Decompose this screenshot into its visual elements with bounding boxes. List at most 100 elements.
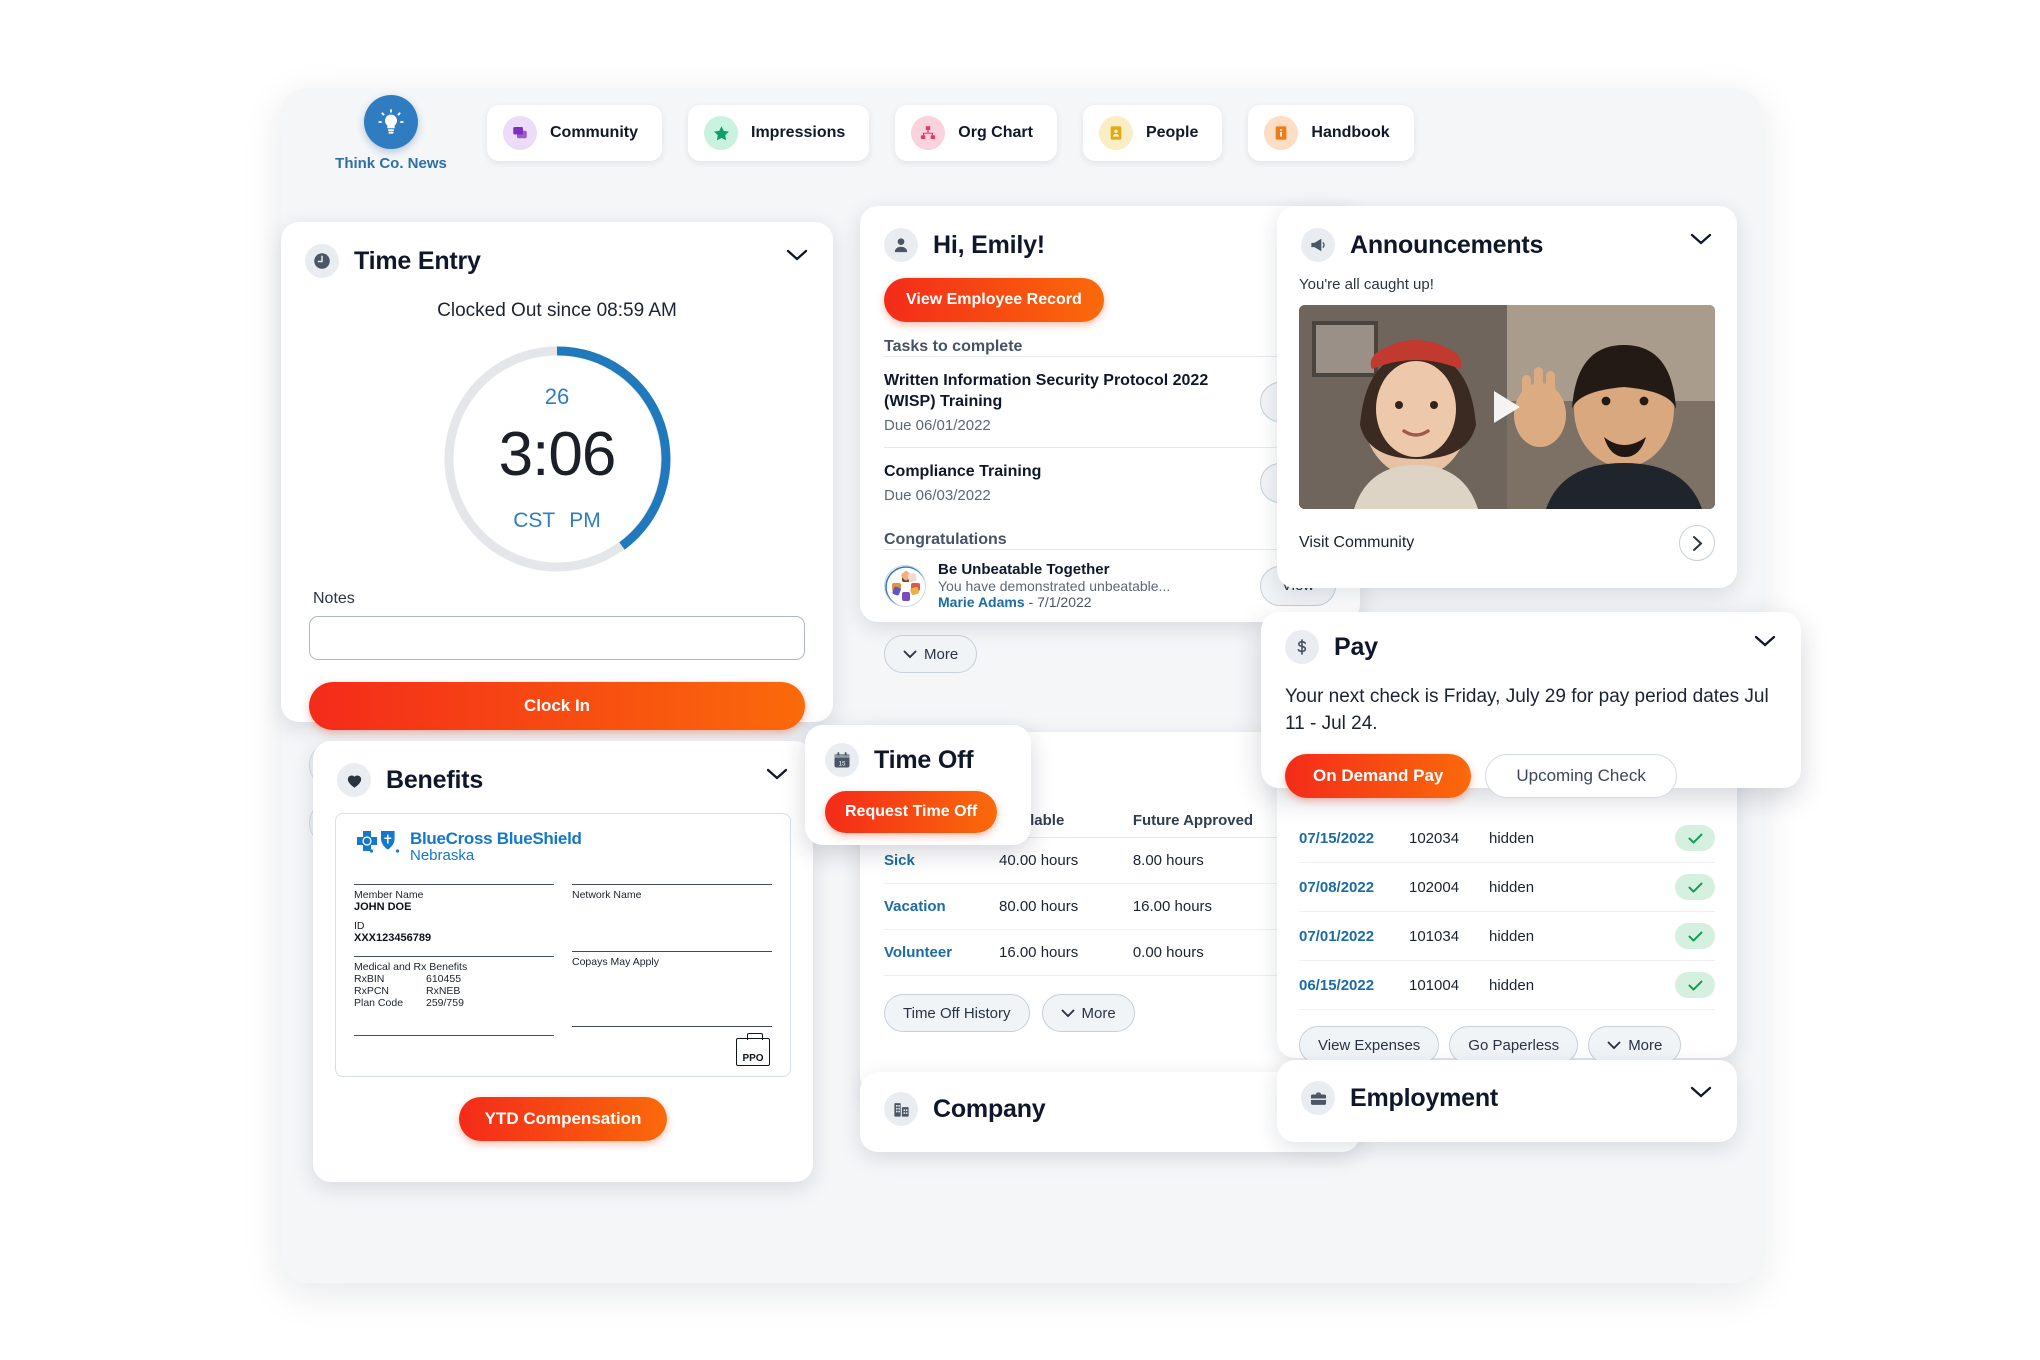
- time-dial: 26 3:06 CST PM: [432, 334, 682, 584]
- pay-date[interactable]: 07/08/2022: [1299, 862, 1409, 912]
- check-icon: [1675, 923, 1715, 949]
- notes-input[interactable]: [309, 616, 805, 660]
- nav-label: Handbook: [1311, 124, 1390, 141]
- nav-item-org-chart[interactable]: Org Chart: [895, 105, 1057, 161]
- nav-item-impressions[interactable]: Impressions: [688, 105, 870, 161]
- chevron-right-icon[interactable]: [1679, 525, 1715, 561]
- member-name-label: Member Name: [354, 888, 424, 901]
- id-card-grid: Member Name JOHN DOE ID XXX123456789 Med…: [354, 875, 772, 1036]
- ytd-compensation-button[interactable]: YTD Compensation: [458, 1097, 668, 1141]
- time-entry-card: Time Entry Clocked Out since 08:59 AM 26…: [281, 222, 833, 846]
- plan-code-label: Plan Code: [354, 996, 404, 1009]
- view-employee-record-button[interactable]: View Employee Record: [884, 278, 1104, 322]
- brand-logo[interactable]: Think Co. News: [321, 94, 461, 172]
- insurance-id-card[interactable]: BlueCross BlueShield Nebraska Member Nam…: [335, 813, 791, 1077]
- svg-text:15: 15: [839, 760, 846, 767]
- view-expenses-button[interactable]: View Expenses: [1299, 1026, 1440, 1064]
- more-label: More: [1628, 1036, 1663, 1054]
- chevron-down-icon: [903, 650, 917, 659]
- time-off-header: 15 Time Off: [805, 725, 1031, 777]
- pay-more-button[interactable]: More: [1588, 1026, 1682, 1064]
- pay-date[interactable]: 07/15/2022: [1299, 814, 1409, 863]
- congrats-author: Marie Adams - 7/1/2022: [938, 594, 1248, 610]
- chevron-down-icon[interactable]: [765, 767, 789, 786]
- member-name-value: JOHN DOE: [354, 900, 412, 913]
- pay-status: [1608, 814, 1715, 863]
- pay-table: 07/15/2022 102034 hidden 07/08/2022 1020…: [1299, 814, 1715, 1010]
- chevron-down-icon[interactable]: [1689, 1085, 1713, 1104]
- dial-meridiem: PM: [569, 509, 601, 532]
- author-name: Marie Adams: [938, 594, 1025, 611]
- handbook-icon: [1264, 116, 1299, 150]
- chevron-down-icon[interactable]: [1753, 634, 1777, 653]
- pay-date[interactable]: 07/01/2022: [1299, 911, 1409, 961]
- dial-day-number: 26: [544, 384, 570, 409]
- pay-header: Pay: [1261, 612, 1801, 664]
- play-icon[interactable]: [1494, 391, 1520, 423]
- briefcase-icon: [1301, 1081, 1335, 1115]
- employment-header: Employment: [1277, 1060, 1737, 1115]
- welcome-more-button[interactable]: More: [884, 635, 978, 674]
- app-screenshot: Think Co. News Community Impressions Org…: [0, 0, 2040, 1360]
- task-due: Due 06/01/2022: [884, 417, 991, 435]
- card-title: Hi, Emily!: [933, 230, 1045, 259]
- upcoming-check-button[interactable]: Upcoming Check: [1485, 753, 1677, 798]
- building-icon: [884, 1092, 918, 1126]
- employment-card[interactable]: Employment: [1277, 1060, 1737, 1142]
- dollar-icon: [1285, 630, 1319, 664]
- rxpcn-label: RxPCN: [354, 984, 390, 997]
- network-name-value: [572, 901, 772, 939]
- clock-in-button[interactable]: Clock In: [309, 682, 805, 730]
- pay-date[interactable]: 06/15/2022: [1299, 960, 1409, 1010]
- network-section: Network Name: [572, 883, 772, 939]
- pay-amount: hidden: [1489, 911, 1609, 961]
- table-row: 07/01/2022 101034 hidden: [1299, 911, 1715, 961]
- task-info: Written Information Security Protocol 20…: [884, 370, 1260, 434]
- visit-community-row[interactable]: Visit Community: [1299, 525, 1715, 561]
- lightbulb-icon: [364, 94, 418, 149]
- card-title: Company: [933, 1094, 1046, 1123]
- congrats-text: Be Unbeatable Together You have demonstr…: [938, 561, 1248, 610]
- plan-code-value: 259/759: [426, 996, 464, 1009]
- chevron-down-icon[interactable]: [785, 248, 809, 267]
- go-paperless-button[interactable]: Go Paperless: [1449, 1026, 1579, 1064]
- member-section: Member Name JOHN DOE ID XXX123456789: [354, 883, 554, 944]
- announcement-video[interactable]: [1299, 305, 1715, 509]
- nav-label: Community: [550, 124, 638, 141]
- pay-status: [1608, 911, 1715, 961]
- timeoff-type[interactable]: Volunteer: [884, 929, 999, 976]
- on-demand-pay-button[interactable]: On Demand Pay: [1285, 753, 1472, 798]
- table-row: 07/08/2022 102004 hidden: [1299, 862, 1715, 912]
- benefits-label: Medical and Rx Benefits: [354, 960, 468, 973]
- timeoff-type[interactable]: Vacation: [884, 883, 999, 930]
- congrats-title: Be Unbeatable Together: [938, 561, 1110, 579]
- org-chart-icon: [911, 116, 946, 150]
- tasks-heading: Tasks to complete: [884, 338, 1023, 355]
- rxpcn-row: RxPCN RxNEB: [354, 985, 554, 997]
- nav-item-community[interactable]: Community: [487, 105, 662, 161]
- chevron-down-icon: [1061, 1009, 1074, 1017]
- nav-item-handbook[interactable]: Handbook: [1248, 105, 1414, 161]
- bcbs-brand: BlueCross BlueShield: [410, 829, 582, 848]
- congrats-heading: Congratulations: [884, 531, 1007, 549]
- chevron-down-icon[interactable]: [1689, 232, 1713, 251]
- pay-header-card: Pay Your next check is Friday, July 29 f…: [1261, 612, 1801, 798]
- brand-label: Think Co. News: [335, 154, 447, 172]
- nav-item-people[interactable]: People: [1082, 105, 1223, 161]
- time-off-history-button[interactable]: Time Off History: [884, 994, 1030, 1032]
- congrats-row: Be Unbeatable Together You have demonstr…: [884, 549, 1336, 621]
- card-title: Pay: [1334, 632, 1378, 661]
- bcbs-mark-icon: [357, 831, 400, 853]
- task-row: Written Information Security Protocol 20…: [884, 356, 1336, 447]
- top-navigation: Think Co. News Community Impressions Org…: [281, 88, 1761, 178]
- request-time-off-button[interactable]: Request Time Off: [825, 791, 998, 833]
- dial-timezone: CST: [513, 509, 556, 532]
- rxpcn-value: RxNEB: [426, 984, 461, 997]
- card-title: Announcements: [1350, 230, 1544, 259]
- task-title: Compliance Training: [884, 463, 1042, 481]
- visit-community-label: Visit Community: [1299, 534, 1415, 551]
- time-off-more-button[interactable]: More: [1041, 994, 1135, 1032]
- table-row: 07/15/2022 102034 hidden: [1299, 814, 1715, 863]
- member-id-value: XXX123456789: [354, 931, 432, 944]
- pay-status: [1608, 960, 1715, 1010]
